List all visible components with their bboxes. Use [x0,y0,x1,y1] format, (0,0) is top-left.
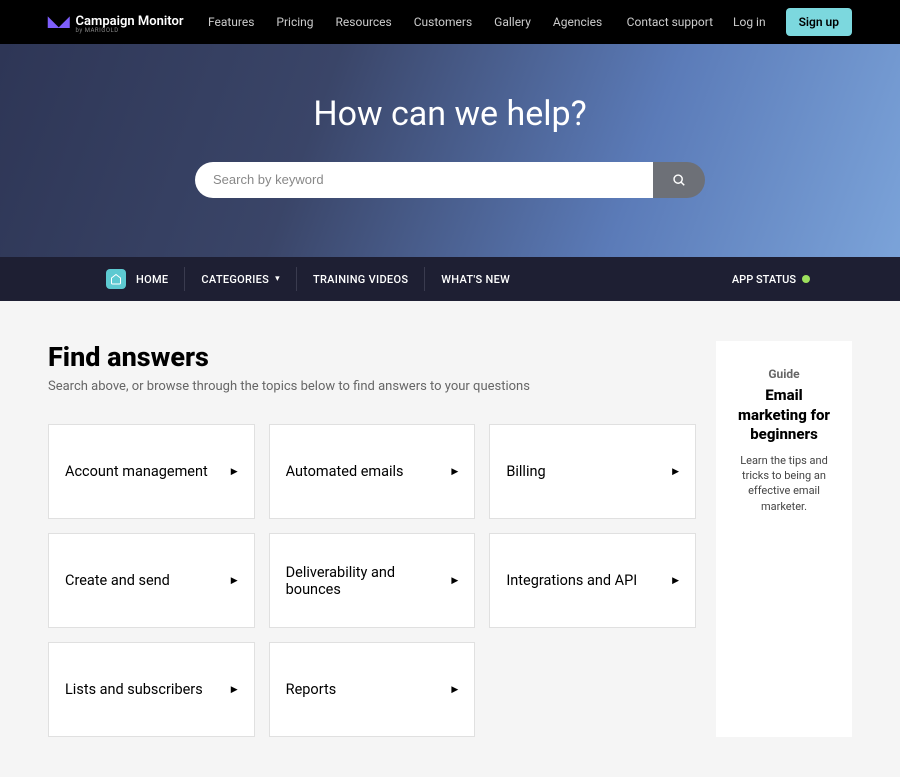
topic-reports[interactable]: Reports ▶ [269,642,476,737]
guide-title: Email marketing for beginners [730,386,838,445]
nav-resources[interactable]: Resources [336,15,392,29]
topic-label: Account management [65,463,208,480]
nav-right: Contact support Log in Sign up [627,8,852,36]
secondary-nav-left: HOME CATEGORIES ▾ TRAINING VIDEOS WHAT'S… [90,257,526,301]
search-input[interactable] [195,162,653,198]
signup-button[interactable]: Sign up [786,8,852,36]
subnav-categories[interactable]: CATEGORIES ▾ [185,267,297,291]
app-status[interactable]: APP STATUS [732,273,810,286]
app-status-label: APP STATUS [732,273,796,286]
subnav-training[interactable]: TRAINING VIDEOS [297,267,425,291]
top-nav: ◣◢ Campaign Monitor by MARIGOLD Features… [0,0,900,44]
hero-title: How can we help? [313,94,586,134]
login-link[interactable]: Log in [733,15,766,29]
chevron-down-icon: ▾ [275,274,280,284]
topic-integrations-api[interactable]: Integrations and API ▶ [489,533,696,628]
topic-label: Automated emails [286,463,404,480]
topic-label: Reports [286,681,337,698]
topic-lists-subscribers[interactable]: Lists and subscribers ▶ [48,642,255,737]
topic-create-and-send[interactable]: Create and send ▶ [48,533,255,628]
arrow-right-icon: ▶ [451,576,458,586]
arrow-right-icon: ▶ [672,467,679,477]
status-indicator-icon [802,275,810,283]
arrow-right-icon: ▶ [231,467,238,477]
nav-customers[interactable]: Customers [414,15,472,29]
arrow-right-icon: ▶ [672,576,679,586]
home-icon [106,269,126,289]
sidebar-guide-card[interactable]: Guide Email marketing for beginners Lear… [716,341,852,737]
guide-description: Learn the tips and tricks to being an ef… [730,453,838,515]
logo-icon: ◣◢ [48,14,70,30]
topic-billing[interactable]: Billing ▶ [489,424,696,519]
nav-agencies[interactable]: Agencies [553,15,602,29]
secondary-nav: HOME CATEGORIES ▾ TRAINING VIDEOS WHAT'S… [0,257,900,301]
topic-grid: Account management ▶ Automated emails ▶ … [48,424,696,737]
subnav-whatsnew[interactable]: WHAT'S NEW [425,267,526,291]
contact-support-link[interactable]: Contact support [627,15,713,29]
arrow-right-icon: ▶ [451,685,458,695]
subnav-training-label: TRAINING VIDEOS [313,273,408,286]
subnav-categories-label: CATEGORIES [201,273,269,286]
logo[interactable]: ◣◢ Campaign Monitor by MARIGOLD [48,10,184,34]
nav-center: Features Pricing Resources Customers Gal… [208,15,602,29]
guide-label: Guide [730,367,838,381]
search-icon [672,173,686,187]
topic-label: Deliverability and bounces [286,564,452,598]
subnav-home[interactable]: HOME [90,267,185,291]
search-button[interactable] [653,162,705,198]
topic-label: Billing [506,463,545,480]
arrow-right-icon: ▶ [451,467,458,477]
topic-account-management[interactable]: Account management ▶ [48,424,255,519]
topic-automated-emails[interactable]: Automated emails ▶ [269,424,476,519]
topic-label: Integrations and API [506,572,637,589]
search-bar [195,162,705,198]
page-title: Find answers [48,341,696,373]
hero: How can we help? [0,44,900,257]
arrow-right-icon: ▶ [231,685,238,695]
topic-label: Create and send [65,572,170,589]
subnav-home-label: HOME [136,273,168,286]
nav-gallery[interactable]: Gallery [494,15,531,29]
content: Find answers Search above, or browse thr… [0,301,900,777]
nav-features[interactable]: Features [208,15,254,29]
nav-pricing[interactable]: Pricing [276,15,313,29]
main-column: Find answers Search above, or browse thr… [48,341,696,737]
arrow-right-icon: ▶ [231,576,238,586]
topic-deliverability[interactable]: Deliverability and bounces ▶ [269,533,476,628]
page-subtitle: Search above, or browse through the topi… [48,379,696,394]
subnav-whatsnew-label: WHAT'S NEW [441,273,510,286]
topic-label: Lists and subscribers [65,681,203,698]
